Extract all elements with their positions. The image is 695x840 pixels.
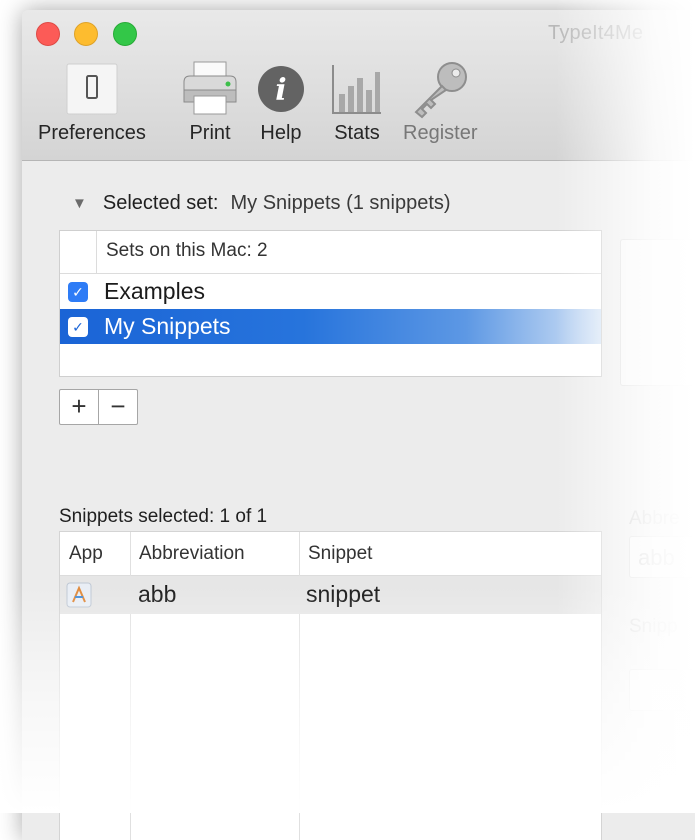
content-area: ▼ Selected set: My Snippets (1 snippets)… bbox=[22, 161, 695, 840]
sets-checkbox-column-header[interactable] bbox=[60, 231, 97, 273]
register-button[interactable]: Register bbox=[403, 58, 477, 145]
preferences-switch-icon bbox=[66, 63, 118, 120]
selected-set-value: My Snippets (1 snippets) bbox=[230, 192, 451, 214]
abbreviation-field-value: abb bbox=[638, 545, 675, 570]
bar-chart-icon bbox=[330, 62, 384, 121]
stats-label: Stats bbox=[334, 122, 380, 144]
snippet-cell: snippet bbox=[306, 581, 381, 607]
print-button[interactable]: Print bbox=[180, 58, 240, 145]
checkbox-my-snippets[interactable]: ✓ bbox=[68, 316, 88, 337]
title-bar: TypeIt4Me Preferences Print i Help Stats… bbox=[22, 10, 695, 161]
sets-table: Sets on this Mac: 2 ✓ Examples ✓ My Snip… bbox=[59, 230, 602, 377]
svg-text:i: i bbox=[275, 73, 286, 108]
table-row[interactable]: abb snippet bbox=[60, 576, 601, 614]
abbreviation-field[interactable]: abb bbox=[629, 536, 695, 578]
column-header-app[interactable]: App bbox=[69, 543, 103, 565]
help-label: Help bbox=[260, 122, 302, 144]
disclosure-triangle-icon[interactable]: ▼ bbox=[72, 195, 87, 212]
abbreviation-field-label: Abbre bbox=[629, 508, 680, 529]
set-name: Examples bbox=[104, 278, 205, 304]
column-header-snippet[interactable]: Snippet bbox=[308, 543, 372, 565]
preferences-button[interactable]: Preferences bbox=[38, 58, 146, 145]
sets-table-header: Sets on this Mac: 2 bbox=[60, 231, 601, 274]
stats-button[interactable]: Stats bbox=[330, 58, 384, 145]
printer-icon bbox=[180, 60, 240, 123]
minimize-window-button[interactable] bbox=[74, 22, 98, 46]
close-window-button[interactable] bbox=[36, 22, 60, 46]
print-label: Print bbox=[189, 122, 231, 144]
app-store-icon bbox=[66, 582, 92, 608]
set-row-my-snippets[interactable]: ✓ My Snippets bbox=[60, 309, 601, 344]
selected-set-label: Selected set: bbox=[102, 192, 219, 214]
set-name: My Snippets bbox=[104, 313, 231, 339]
abbreviation-cell: abb bbox=[138, 581, 177, 607]
preferences-label: Preferences bbox=[38, 122, 146, 144]
snippet-field[interactable] bbox=[629, 669, 695, 711]
zoom-window-button[interactable] bbox=[113, 22, 137, 46]
sets-count-header[interactable]: Sets on this Mac: 2 bbox=[106, 240, 268, 262]
snippets-table-header: App Abbreviation Snippet bbox=[60, 532, 601, 576]
add-set-button[interactable]: + bbox=[60, 390, 98, 424]
snippets-selected-label: Snippets selected: 1 of 1 bbox=[59, 506, 268, 527]
snippets-table: App Abbreviation Snippet abb snippet bbox=[59, 531, 602, 840]
help-button[interactable]: i Help bbox=[256, 58, 306, 145]
snippet-field-label: Snipp bbox=[629, 616, 678, 637]
remove-set-button[interactable]: − bbox=[98, 390, 137, 424]
info-icon: i bbox=[256, 64, 306, 119]
column-header-abbreviation[interactable]: Abbreviation bbox=[139, 543, 245, 565]
selected-set-row: ▼ Selected set: My Snippets (1 snippets) bbox=[72, 192, 451, 215]
main-window: TypeIt4Me Preferences Print i Help Stats… bbox=[22, 10, 695, 840]
window-title: TypeIt4Me bbox=[548, 22, 644, 44]
set-add-remove-buttons: + − bbox=[59, 389, 138, 425]
checkbox-examples[interactable]: ✓ bbox=[68, 281, 88, 302]
register-label: Register bbox=[403, 122, 478, 144]
info-panel bbox=[620, 239, 695, 386]
key-icon bbox=[408, 59, 472, 124]
set-row-examples[interactable]: ✓ Examples bbox=[60, 274, 601, 309]
